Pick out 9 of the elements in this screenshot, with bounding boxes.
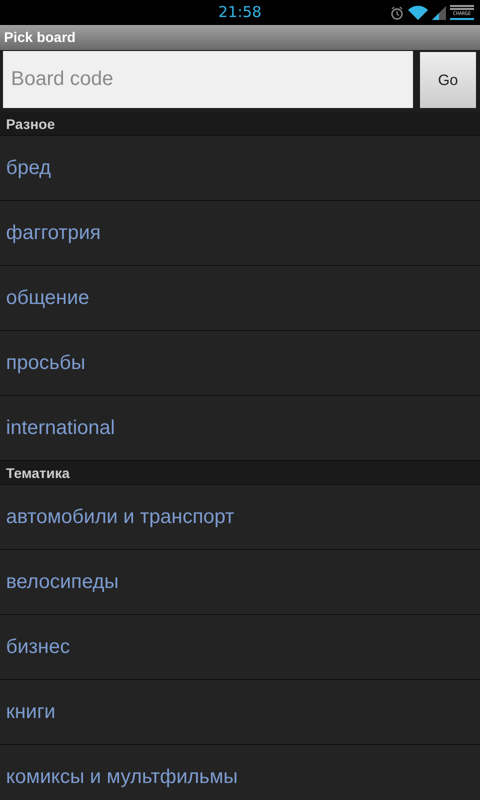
section-header: Тематика xyxy=(6,464,70,480)
clock-time: 21:58 xyxy=(218,2,262,23)
wifi-icon xyxy=(408,5,428,20)
go-button[interactable]: Go xyxy=(420,52,476,108)
signal-icon xyxy=(432,6,446,20)
board-code-field[interactable]: Board code xyxy=(3,51,413,108)
alarm-clock-icon xyxy=(390,6,404,20)
section-header: Разное xyxy=(6,116,55,132)
screen-title: Pick board xyxy=(3,28,76,47)
